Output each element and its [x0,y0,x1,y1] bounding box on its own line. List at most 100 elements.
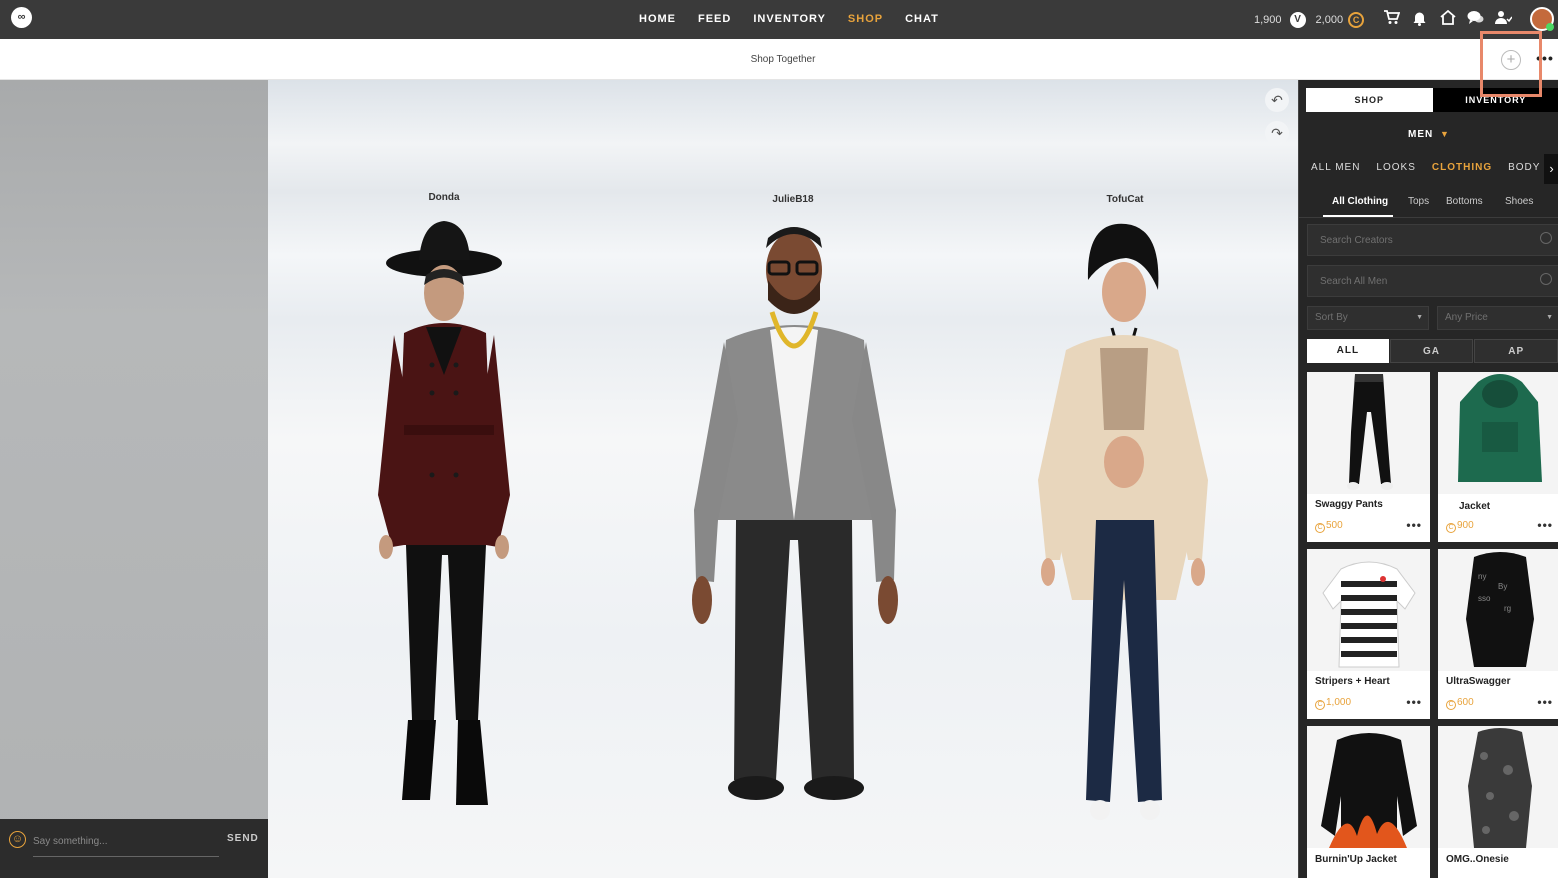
character-name-donda: Donda [428,192,460,203]
subcategory-active-underline [1323,215,1393,217]
emoji-icon[interactable]: ☺ [9,831,26,848]
product-price: C 500 [1315,520,1343,533]
avatar-tofucat[interactable] [1026,220,1226,820]
gender-selector[interactable]: MEN ▼ [1299,129,1558,140]
nav-home[interactable]: HOME [628,0,687,39]
svg-text:rg: rg [1504,604,1511,613]
chat-bubbles-icon[interactable] [1466,10,1485,29]
online-status-icon [1546,23,1554,31]
credits-coin-icon: C [1446,523,1456,533]
subcategory-shoes[interactable]: Shoes [1505,196,1533,207]
search-all-men-input[interactable] [1308,266,1528,296]
nav-chat[interactable]: CHAT [894,0,950,39]
nav-inventory[interactable]: INVENTORY [742,0,837,39]
product-card[interactable]: Stripers + Heart C 1,000 ••• [1307,549,1430,719]
avatar-stage[interactable]: ↶ ↷ Donda JulieB18 TofuCat [268,80,1298,878]
product-price: C 900 [1446,520,1474,533]
bell-icon[interactable] [1410,10,1429,29]
nav-shop[interactable]: SHOP [837,0,894,39]
subcategory-tabs: All Clothing Tops Bottoms Shoes [1299,186,1558,218]
chevron-down-icon: ▼ [1546,314,1553,321]
product-name: OMG..Onesie [1446,854,1509,865]
product-card[interactable]: ny By sso rg UltraSwagger C 600 ••• [1438,549,1558,719]
tab-shop[interactable]: SHOP [1306,88,1433,112]
more-options-button[interactable]: ••• [1535,48,1555,68]
shop-panel: SHOP INVENTORY MEN ▼ ALL MEN LOOKS CLOTH… [1298,80,1558,878]
product-image [1307,549,1430,671]
price-dropdown[interactable]: Any Price ▼ [1437,306,1558,330]
app-logo-icon[interactable]: ∞ [11,7,32,28]
friends-icon[interactable] [1494,10,1513,29]
cart-icon[interactable] [1382,10,1401,29]
filter-ga[interactable]: GA [1389,339,1474,363]
search-all-box [1307,265,1558,297]
nav-feed[interactable]: FEED [687,0,742,39]
character-name-tofucat: TofuCat [1106,194,1144,205]
chat-panel [0,80,268,878]
credits-coin-icon: C [1315,523,1325,533]
undo-icon[interactable]: ↶ [1265,88,1289,112]
product-price: C 600 [1446,697,1474,710]
chat-message-input[interactable] [33,827,219,857]
category-looks[interactable]: LOOKS [1376,162,1415,173]
redo-icon[interactable]: ↷ [1265,121,1289,145]
search-creators-box [1307,224,1558,256]
product-price: C 1,000 [1315,697,1351,710]
credits-balance: 2,000 [1315,13,1344,26]
product-more-button[interactable]: ••• [1537,518,1553,532]
search-icon[interactable] [1540,232,1552,244]
add-friend-button[interactable]: + [1501,50,1521,70]
product-name: UltraSwagger [1446,676,1511,687]
product-name: Stripers + Heart [1315,676,1390,687]
chevron-right-icon[interactable]: › [1544,154,1558,184]
svg-text:ny: ny [1478,572,1486,581]
sort-by-label: Sort By [1315,312,1348,323]
subcategory-all-clothing[interactable]: All Clothing [1332,196,1388,207]
vip-credits-balance: 1,900 [1254,13,1282,26]
product-image [1307,372,1430,494]
product-card[interactable]: Swaggy Pants C 500 ••• [1307,372,1430,542]
sort-by-dropdown[interactable]: Sort By ▼ [1307,306,1429,330]
top-icons [1382,0,1522,39]
category-tabs: ALL MEN LOOKS CLOTHING BODY [1311,162,1556,173]
category-all-men[interactable]: ALL MEN [1311,162,1360,173]
filter-ap[interactable]: AP [1474,339,1558,363]
tab-inventory[interactable]: INVENTORY [1432,88,1558,112]
search-icon[interactable] [1540,273,1552,285]
category-clothing[interactable]: CLOTHING [1432,162,1492,173]
session-header: Shop Together [0,39,1558,80]
rating-filter: ALL GA AP [1307,339,1558,363]
product-more-button[interactable]: ••• [1406,518,1422,532]
chevron-down-icon: ▼ [1416,314,1423,321]
home-icon[interactable] [1438,9,1457,29]
product-name: Jacket [1459,501,1491,512]
credits-coin-icon: C [1315,700,1325,710]
avatar-donda[interactable] [364,215,534,815]
subcategory-bottoms[interactable]: Bottoms [1446,196,1483,207]
send-button[interactable]: SEND [227,833,259,844]
product-image: ny By sso rg [1438,549,1558,671]
credits-coin-icon: C [1348,11,1365,28]
shop-panel-tabs: SHOP INVENTORY [1306,88,1558,112]
category-body[interactable]: BODY [1508,162,1540,173]
filter-all[interactable]: ALL [1307,339,1389,363]
svg-text:sso: sso [1478,594,1491,603]
vip-credits-icon: V [1289,11,1306,28]
product-card[interactable]: Burnin'Up Jacket [1307,726,1430,878]
subcategory-tops[interactable]: Tops [1408,196,1429,207]
session-title: Shop Together [750,54,816,65]
chevron-down-icon: ▼ [1440,129,1450,139]
product-card[interactable]: OMG..Onesie [1438,726,1558,878]
avatar-julieb18[interactable] [680,220,910,820]
product-image [1438,372,1558,494]
product-more-button[interactable]: ••• [1406,695,1422,709]
gender-label: MEN [1408,129,1434,140]
product-more-button[interactable]: ••• [1537,695,1553,709]
search-creators-input[interactable] [1308,225,1528,255]
wallet[interactable]: 1,900 V 2,000 C [1254,0,1365,39]
main-nav: HOME FEED INVENTORY SHOP CHAT [628,0,950,39]
product-image [1307,726,1430,848]
character-name-julieb18: JulieB18 [772,194,814,205]
product-card[interactable]: Jacket C 900 ••• [1438,372,1558,542]
price-label: Any Price [1445,312,1488,323]
